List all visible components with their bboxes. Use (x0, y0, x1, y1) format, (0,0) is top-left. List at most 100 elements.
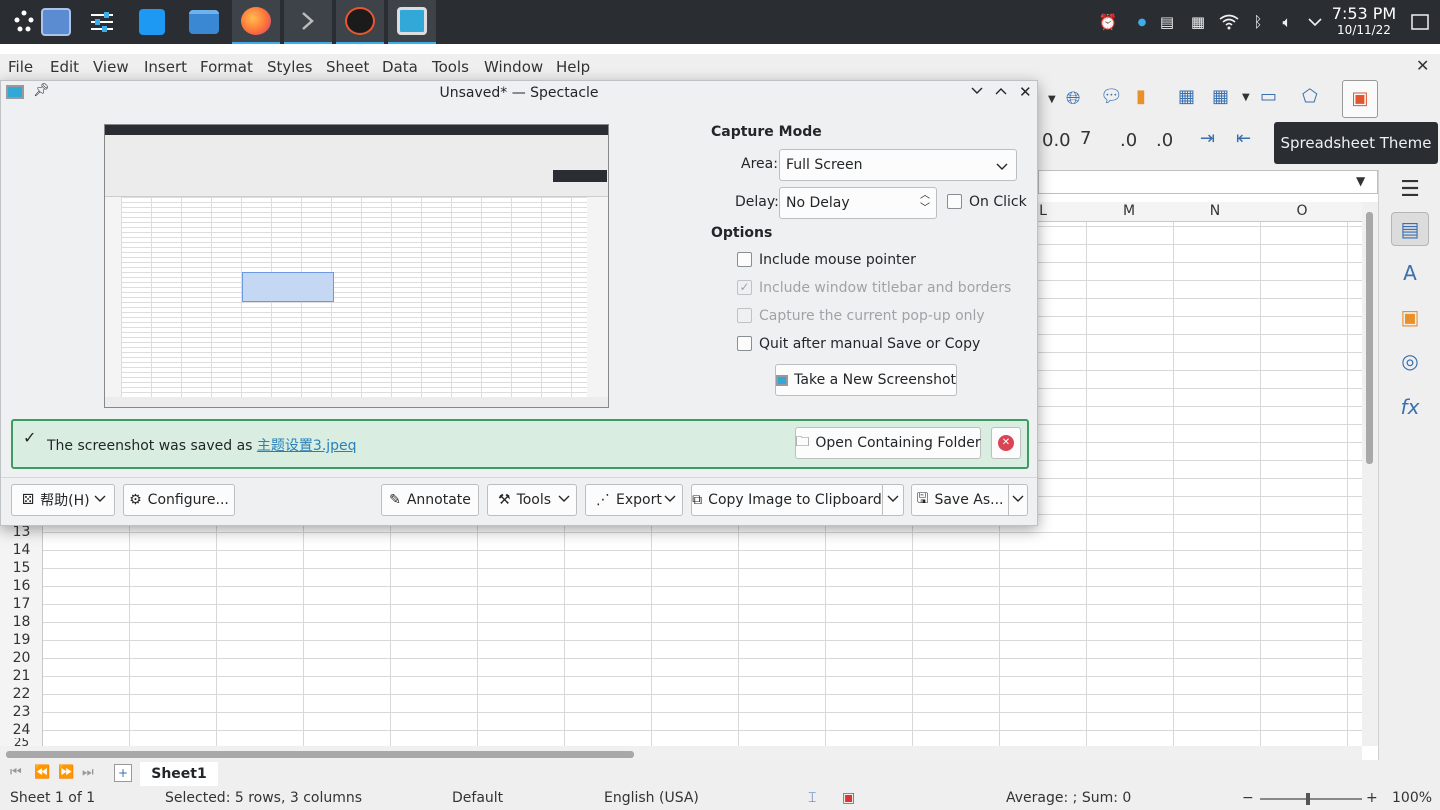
menu-window[interactable]: Window (484, 58, 543, 76)
increase-indent-icon[interactable]: ⇥ (1200, 128, 1215, 149)
capture-popup-checkbox[interactable] (737, 308, 752, 323)
menu-data[interactable]: Data (382, 58, 418, 76)
sheet-tab[interactable]: Sheet1 (140, 762, 218, 786)
firefox-icon[interactable] (232, 0, 280, 44)
row-header[interactable]: 16 (0, 578, 43, 594)
decrease-indent-icon[interactable]: ⇤ (1236, 128, 1251, 149)
row-header[interactable]: 24 (0, 722, 43, 738)
last-sheet-icon[interactable]: ⏭ (82, 765, 94, 780)
freeze-rows-icon[interactable]: ▦ (1212, 86, 1229, 107)
clock[interactable]: 7:53 PM 10/11/22 (1330, 6, 1398, 37)
freeze-dropdown-icon[interactable]: ▼ (1242, 92, 1250, 103)
styles-icon[interactable]: A (1391, 256, 1429, 290)
vertical-scrollbar-thumb[interactable] (1366, 212, 1373, 464)
show-draw-icon[interactable]: ⬠ (1302, 86, 1318, 107)
tools-button[interactable]: ⚒ Tools (487, 484, 577, 516)
zoom-in-icon[interactable]: + (1366, 790, 1378, 806)
spectacle-titlebar[interactable]: Unsaved* — Spectacle (1, 81, 1037, 105)
annotate-button[interactable]: ✎ Annotate (381, 484, 479, 516)
format-date-icon[interactable]: 7 (1080, 128, 1091, 149)
spectacle-app-icon[interactable] (6, 85, 24, 99)
define-print-area-icon[interactable]: ▦ (1178, 86, 1195, 107)
screenshot-preview[interactable] (104, 124, 609, 408)
row-header[interactable]: 18 (0, 614, 43, 630)
column-header[interactable]: M (1086, 203, 1172, 219)
include-titlebar-checkbox[interactable]: ✓ (737, 280, 752, 295)
formula-expand-icon[interactable]: ▼ (1356, 174, 1365, 188)
save-as-button[interactable]: 🖫 Save As... (911, 484, 1009, 516)
split-window-icon[interactable]: ▭ (1260, 86, 1277, 107)
column-header[interactable]: N (1172, 203, 1258, 219)
alarm-icon[interactable]: ⏰ (1096, 0, 1120, 44)
add-sheet-icon[interactable]: + (114, 764, 132, 782)
quit-after-save-checkbox[interactable] (737, 336, 752, 351)
document-modified-icon[interactable]: ▣ (842, 790, 855, 806)
spectacle-icon[interactable] (388, 0, 436, 44)
calc-close-button[interactable]: ✕ (1416, 56, 1429, 75)
copy-dropdown-button[interactable] (882, 484, 904, 516)
input-method-icon[interactable]: ▦ (1186, 0, 1210, 44)
menu-insert[interactable]: Insert (144, 58, 187, 76)
configure-button[interactable]: ⚙ Configure... (123, 484, 235, 516)
sidebar-menu-icon[interactable]: ☰ (1391, 172, 1429, 206)
chevron-up-icon[interactable] (1304, 0, 1326, 44)
previous-sheet-icon[interactable]: ⏪ (34, 765, 50, 780)
horizontal-scrollbar-thumb[interactable] (6, 751, 634, 758)
close-icon[interactable]: ✕ (1019, 83, 1032, 101)
copy-clipboard-button[interactable]: ⧉ Copy Image to Clipboard (691, 484, 883, 516)
row-header[interactable]: 23 (0, 704, 43, 720)
header-footer-icon[interactable]: ▮ (1136, 86, 1146, 107)
spreadsheet-theme-icon[interactable]: ▣ (1342, 80, 1378, 118)
bluetooth-icon[interactable]: ᛒ (1248, 0, 1268, 44)
minimize-icon[interactable] (971, 85, 983, 100)
file-manager-icon[interactable] (180, 0, 228, 44)
menu-format[interactable]: Format (200, 58, 253, 76)
navigator-icon[interactable]: ◎ (1391, 344, 1429, 378)
on-click-checkbox[interactable] (947, 194, 962, 209)
next-sheet-icon[interactable]: ⏩ (58, 765, 74, 780)
close-notice-button[interactable]: ✕ (991, 427, 1021, 459)
zoom-slider[interactable] (1260, 798, 1362, 800)
spin-arrows-icon[interactable]: ︿ ﹀ (920, 189, 930, 215)
desktop-icon[interactable] (32, 0, 80, 44)
saved-file-link[interactable]: 主题设置3.jpeq (257, 438, 357, 454)
row-header[interactable]: 13 (0, 524, 43, 540)
pin-icon[interactable]: 📌︎ (33, 83, 50, 98)
properties-icon[interactable]: ▤ (1391, 212, 1429, 246)
insert-mode-icon[interactable]: ⌶ (808, 790, 816, 806)
status-page-style[interactable]: Default (452, 790, 503, 806)
maximize-icon[interactable] (995, 85, 1007, 100)
zoom-level[interactable]: 100% (1392, 790, 1432, 806)
menu-help[interactable]: Help (556, 58, 590, 76)
row-header[interactable]: 22 (0, 686, 43, 702)
menu-file[interactable]: File (8, 58, 33, 76)
first-sheet-icon[interactable]: ⏮ (10, 765, 22, 780)
system-settings-icon[interactable] (78, 0, 126, 44)
help-button[interactable]: ⚄ 帮助(H) (11, 484, 115, 516)
menu-tools[interactable]: Tools (432, 58, 469, 76)
wifi-icon[interactable] (1216, 0, 1242, 44)
clipboard-icon[interactable]: ▤ (1156, 0, 1178, 44)
dropdown-arrow-icon[interactable]: ▼ (1048, 94, 1056, 105)
functions-icon[interactable]: fx (1391, 390, 1429, 424)
open-folder-button[interactable]: 🗀 Open Containing Folder (795, 427, 981, 459)
row-header[interactable]: 25 (0, 738, 43, 746)
discover-store-icon[interactable] (128, 0, 176, 44)
add-decimal-icon[interactable]: .0 (1120, 130, 1137, 151)
column-header[interactable]: O (1259, 203, 1345, 219)
zoom-out-icon[interactable]: − (1242, 790, 1254, 806)
show-desktop-icon[interactable] (1408, 0, 1432, 44)
formula-input[interactable] (1038, 170, 1378, 194)
notification-dot-icon[interactable]: ● (1132, 0, 1152, 44)
export-button[interactable]: ⋰ Export (585, 484, 683, 516)
konsole-icon[interactable] (284, 0, 332, 44)
format-number-icon[interactable]: 0.0 (1042, 130, 1071, 151)
save-dropdown-button[interactable] (1008, 484, 1028, 516)
row-header[interactable]: 14 (0, 542, 43, 558)
delete-decimal-icon[interactable]: .0 (1156, 130, 1173, 151)
row-header[interactable]: 20 (0, 650, 43, 666)
row-header[interactable]: 15 (0, 560, 43, 576)
delay-spinbox[interactable]: No Delay ︿ ﹀ (779, 187, 937, 219)
area-select[interactable]: Full Screen (779, 149, 1017, 181)
menu-sheet[interactable]: Sheet (326, 58, 369, 76)
